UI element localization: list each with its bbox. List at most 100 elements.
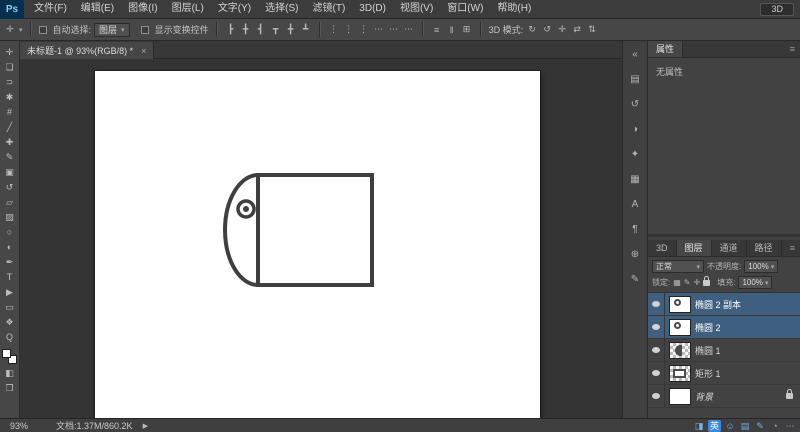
dodge-tool[interactable]: ◐ xyxy=(2,241,18,253)
lasso-tool[interactable]: ⊃ xyxy=(2,76,18,88)
lock-position-icon[interactable]: ✛ xyxy=(694,278,701,287)
crop-tool[interactable]: # xyxy=(2,106,18,118)
healing-brush-tool[interactable]: ✚ xyxy=(2,136,18,148)
move-tool[interactable]: ✛ xyxy=(2,46,18,58)
hand-tool[interactable]: ❖ xyxy=(2,316,18,328)
menu-item-help[interactable]: 帮助(H) xyxy=(490,0,538,18)
zoom-level[interactable]: 93% xyxy=(10,421,28,431)
show-transform-checkbox[interactable] xyxy=(140,25,149,34)
fill-dropdown[interactable]: 100% ▾ xyxy=(738,276,773,289)
panel-menu-icon[interactable]: ≡ xyxy=(790,44,795,54)
menu-item-file[interactable]: 文件(F) xyxy=(27,0,74,18)
visibility-toggle[interactable] xyxy=(648,316,665,338)
swatches-panel-icon[interactable]: ▤ xyxy=(627,73,643,86)
layer-row-rectangle-1[interactable]: 矩形 1 xyxy=(648,362,800,385)
shape-tool[interactable]: ▭ xyxy=(2,301,18,313)
tab-paths[interactable]: 路径 xyxy=(747,240,782,256)
type-tool[interactable]: T xyxy=(2,271,18,283)
visibility-toggle[interactable] xyxy=(648,385,665,407)
3d-slide-icon[interactable]: ⇄ xyxy=(571,24,583,35)
opacity-dropdown[interactable]: 100% ▾ xyxy=(744,260,779,273)
distribute-v-space-icon[interactable]: ‖ xyxy=(446,25,458,35)
gradient-tool[interactable]: ▨ xyxy=(2,211,18,223)
ime-emoji-icon[interactable]: ☺ xyxy=(724,420,736,432)
tab-channels[interactable]: 通道 xyxy=(712,240,747,256)
screen-mode-button[interactable]: ❐ xyxy=(2,382,18,394)
auto-select-checkbox[interactable] xyxy=(38,25,47,34)
ime-language-icon[interactable]: 英 xyxy=(707,420,721,432)
3d-pan-icon[interactable]: ✛ xyxy=(556,24,568,35)
notes-panel-icon[interactable]: ✎ xyxy=(627,273,643,286)
distribute-top-icon[interactable]: ⋮ xyxy=(328,24,340,35)
align-center-h-icon[interactable]: ╋ xyxy=(240,24,252,35)
paragraph-panel-icon[interactable]: ¶ xyxy=(627,223,643,236)
3d-roll-icon[interactable]: ↺ xyxy=(541,24,553,35)
tab-3d[interactable]: 3D xyxy=(648,240,677,256)
color-panel-icon[interactable]: ▦ xyxy=(627,173,643,186)
clone-stamp-tool[interactable]: ▣ xyxy=(2,166,18,178)
layer-row-ellipse-2-copy[interactable]: 椭圆 2 副本 xyxy=(648,293,800,316)
history-brush-tool[interactable]: ↺ xyxy=(2,181,18,193)
menu-item-type[interactable]: 文字(Y) xyxy=(211,0,258,18)
layer-thumbnail[interactable] xyxy=(669,318,691,336)
layer-thumbnail[interactable] xyxy=(669,341,691,359)
layer-row-background[interactable]: 背景 xyxy=(648,385,800,408)
path-select-tool[interactable]: ▶ xyxy=(2,286,18,298)
ime-keyboard-icon[interactable]: ▤ xyxy=(739,420,751,432)
distribute-center-icon[interactable]: ⋯ xyxy=(388,24,400,35)
canvas[interactable] xyxy=(95,71,540,418)
distribute-bottom-icon[interactable]: ⋮ xyxy=(358,24,370,35)
blur-tool[interactable]: ○ xyxy=(2,226,18,238)
quick-mask-button[interactable]: ◧ xyxy=(2,367,18,379)
menu-item-window[interactable]: 窗口(W) xyxy=(440,0,490,18)
lock-all-icon[interactable] xyxy=(703,275,711,286)
blend-mode-dropdown[interactable]: 正常 ▾ xyxy=(652,260,704,273)
zoom-tool[interactable]: Q xyxy=(2,331,18,343)
panel-menu-icon[interactable]: ≡ xyxy=(790,243,795,253)
menu-item-filter[interactable]: 滤镜(T) xyxy=(306,0,353,18)
layer-thumbnail[interactable] xyxy=(669,387,691,405)
color-swatches[interactable] xyxy=(2,349,17,364)
document-tab[interactable]: 未标题-1 @ 93%(RGB/8) * × xyxy=(20,41,155,60)
layer-row-ellipse-1[interactable]: 椭圆 1 xyxy=(648,339,800,362)
eyedropper-tool[interactable]: ╱ xyxy=(2,121,18,133)
move-tool-preset-icon[interactable]: ✛ xyxy=(4,24,16,35)
distribute-h-space-icon[interactable]: ≡ xyxy=(431,25,443,35)
align-bottom-icon[interactable]: ┻ xyxy=(300,24,312,35)
menu-item-edit[interactable]: 编辑(E) xyxy=(74,0,121,18)
layer-thumbnail[interactable] xyxy=(669,364,691,382)
align-right-icon[interactable]: ┫ xyxy=(255,24,267,35)
ime-logo-icon[interactable]: ◨ xyxy=(693,420,705,432)
adjustments-panel-icon[interactable]: ◑ xyxy=(627,123,643,136)
quick-select-tool[interactable]: ✱ xyxy=(2,91,18,103)
layer-thumbnail[interactable] xyxy=(669,295,691,313)
history-panel-icon[interactable]: ↺ xyxy=(627,98,643,111)
lock-transparent-icon[interactable]: ▦ xyxy=(673,278,681,287)
close-icon[interactable]: × xyxy=(141,46,146,56)
eraser-tool[interactable]: ▱ xyxy=(2,196,18,208)
pen-tool[interactable]: ✒ xyxy=(2,256,18,268)
menu-item-view[interactable]: 视图(V) xyxy=(393,0,440,18)
tab-properties[interactable]: 属性 xyxy=(648,41,684,57)
align-middle-icon[interactable]: ╋ xyxy=(285,24,297,35)
collapse-panels-icon[interactable]: « xyxy=(627,48,643,61)
marquee-tool[interactable]: ❏ xyxy=(2,61,18,73)
visibility-toggle[interactable] xyxy=(648,362,665,384)
ime-skin-icon[interactable]: ◔ xyxy=(769,420,781,432)
align-top-icon[interactable]: ┳ xyxy=(270,24,282,35)
3d-scale-icon[interactable]: ⇅ xyxy=(586,24,598,35)
menu-item-select[interactable]: 选择(S) xyxy=(258,0,305,18)
align-left-icon[interactable]: ┣ xyxy=(225,24,237,35)
layer-row-ellipse-2[interactable]: 椭圆 2 xyxy=(648,316,800,339)
auto-select-dropdown[interactable]: 图层 ▾ xyxy=(94,22,130,37)
visibility-toggle[interactable] xyxy=(648,339,665,361)
auto-align-icon[interactable]: ⊞ xyxy=(461,24,473,35)
brush-tool[interactable]: ✎ xyxy=(2,151,18,163)
character-panel-icon[interactable]: A xyxy=(627,198,643,211)
ime-more-icon[interactable]: ⋯ xyxy=(784,420,796,432)
clone-source-panel-icon[interactable]: ⊕ xyxy=(627,248,643,261)
lock-pixels-icon[interactable]: ✎ xyxy=(684,278,691,287)
menu-item-image[interactable]: 图像(I) xyxy=(121,0,164,18)
distribute-right-icon[interactable]: ⋯ xyxy=(403,24,415,35)
distribute-left-icon[interactable]: ⋯ xyxy=(373,24,385,35)
